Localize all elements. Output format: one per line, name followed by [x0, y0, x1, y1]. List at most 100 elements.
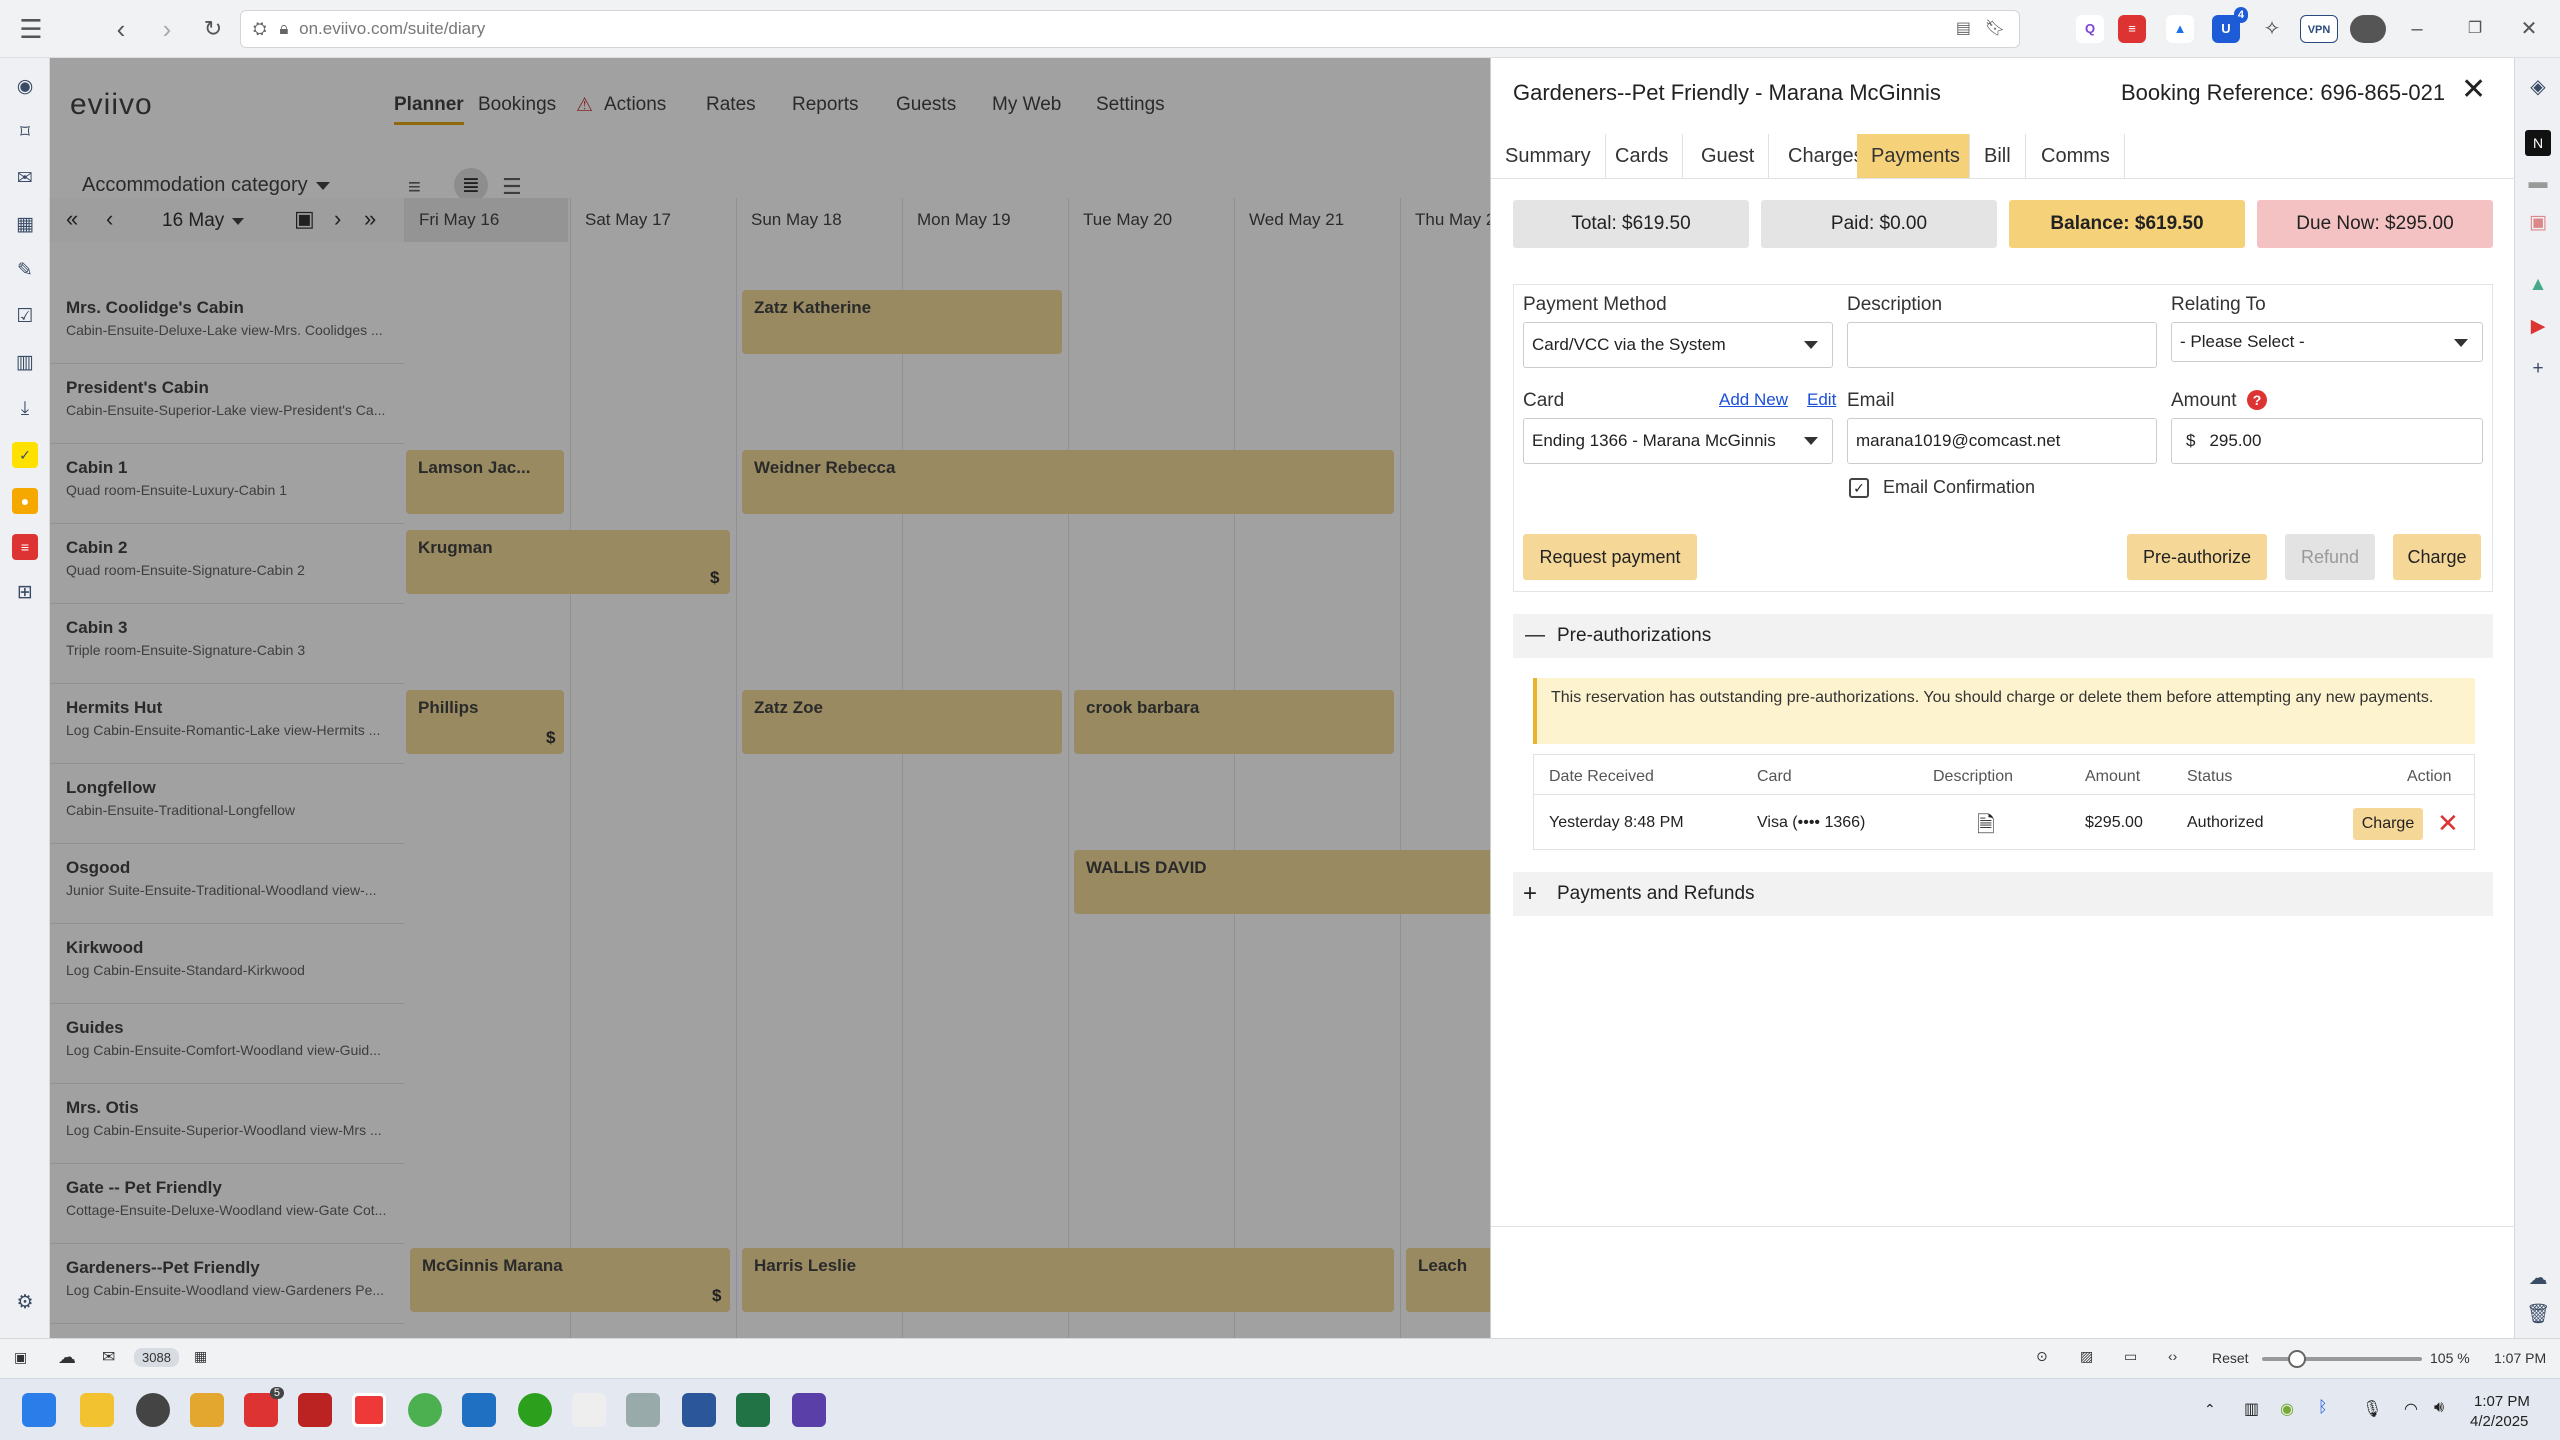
email-input[interactable]: marana1019@comcast.net [1847, 418, 2157, 464]
forward-icon[interactable]: › [150, 12, 184, 46]
add-new-card-link[interactable]: Add New [1719, 390, 1788, 410]
profile-avatar[interactable] [2350, 15, 2386, 43]
microphone-icon[interactable]: 🎙︎ [2362, 1399, 2382, 1419]
mail-status-icon[interactable]: ✉ [102, 1347, 115, 1367]
tiling-icon[interactable]: ▭ [2124, 1348, 2137, 1365]
word-icon[interactable] [682, 1393, 716, 1427]
restore-icon[interactable]: ❐ [2458, 12, 2492, 46]
taskbar-date[interactable]: 4/2/2025 [2470, 1413, 2528, 1430]
file-explorer-icon[interactable] [80, 1393, 114, 1427]
app-icon[interactable] [190, 1393, 224, 1427]
todoist-ext-icon[interactable]: ≡ [2118, 15, 2146, 43]
extensions-icon[interactable]: ✧ [2258, 15, 2286, 43]
app-icon[interactable]: ▣ [2525, 210, 2551, 236]
sync-icon[interactable]: ☁ [58, 1347, 76, 1368]
request-payment-button[interactable]: Request payment [1523, 534, 1697, 580]
layers-icon[interactable]: ◈ [2525, 74, 2551, 100]
calendar-icon[interactable]: ▦ [12, 212, 38, 238]
app-icon[interactable] [298, 1393, 332, 1427]
tab-guest[interactable]: Guest [1687, 134, 1770, 178]
todoist-icon[interactable]: 5 [244, 1387, 284, 1427]
payment-method-select[interactable]: Card/VCC via the System [1523, 322, 1833, 368]
youtube-icon[interactable]: ▶ [2525, 314, 2551, 340]
tray-app-icon[interactable]: ◉ [2280, 1399, 2294, 1419]
amount-input[interactable]: $295.00 [2171, 418, 2483, 464]
cloud-icon[interactable]: ☁ [2525, 1266, 2551, 1292]
tab-comms[interactable]: Comms [2027, 134, 2125, 178]
modal-overlay[interactable] [50, 58, 1490, 1338]
relating-to-select[interactable]: - Please Select - [2171, 322, 2483, 362]
vivaldi-icon[interactable] [352, 1393, 386, 1427]
app-icon[interactable] [136, 1393, 170, 1427]
menu-icon[interactable]: ☰ [14, 12, 48, 46]
tray-expand-icon[interactable]: ⌃ [2204, 1401, 2216, 1418]
panel-toggle-icon[interactable]: ▣ [14, 1349, 27, 1366]
search-ext-icon[interactable]: Q [2076, 15, 2104, 43]
add-panel-icon[interactable]: ⊞ [12, 580, 38, 606]
reset-zoom[interactable]: Reset [2212, 1350, 2249, 1366]
mail-icon[interactable]: ✉ [12, 166, 38, 192]
document-icon[interactable]: 🗎︎ [1977, 808, 1995, 846]
delete-icon[interactable]: ✕ [2437, 808, 2459, 839]
excel-icon[interactable] [736, 1393, 770, 1427]
wifi-icon[interactable]: ◠ [2404, 1399, 2418, 1419]
zoom-handle[interactable] [2288, 1350, 2306, 1368]
close-window-icon[interactable]: ✕ [2512, 12, 2546, 46]
help-icon[interactable]: ? [2247, 390, 2267, 410]
snipping-tool-icon[interactable] [572, 1393, 606, 1427]
tasks-icon[interactable]: ☑ [12, 304, 38, 330]
drive-icon[interactable]: ▲ [2525, 272, 2551, 298]
site-settings-icon[interactable]: ⛭ [253, 19, 267, 38]
reload-icon[interactable]: ↻ [196, 12, 230, 46]
capture-icon[interactable]: ⊙ [2036, 1348, 2048, 1365]
refund-button[interactable]: Refund [2285, 534, 2375, 580]
bookmarks-icon[interactable]: ⌑ [12, 120, 38, 146]
minimize-icon[interactable]: – [2400, 12, 2434, 46]
app-icon[interactable] [626, 1393, 660, 1427]
close-icon[interactable]: ✕ [2461, 72, 2486, 107]
keep-icon[interactable]: ● [12, 488, 38, 514]
bluetooth-icon[interactable]: ᛒ [2318, 1399, 2328, 1417]
volume-icon[interactable]: 🔊︎ [2434, 1399, 2444, 1417]
tray-app-icon[interactable]: ▥ [2244, 1399, 2259, 1419]
windows-start-icon[interactable] [22, 1393, 56, 1427]
vpn-button[interactable]: VPN [2300, 15, 2338, 43]
add-icon[interactable]: + [2525, 356, 2551, 382]
panel-ext-icon[interactable]: ✓ [12, 442, 38, 468]
tab-payments[interactable]: Payments [1857, 134, 1970, 178]
description-input[interactable] [1847, 322, 2157, 368]
drive-ext-icon[interactable]: ▲ [2166, 15, 2194, 43]
payments-section-header[interactable]: + Payments and Refunds [1513, 872, 2493, 916]
trash-icon[interactable]: 🗑︎ [2525, 1302, 2551, 1328]
tab-summary[interactable]: Summary [1491, 134, 1606, 178]
collapse-icon[interactable]: — [1525, 624, 1545, 647]
calendar-status-icon[interactable]: ▦ [194, 1348, 207, 1365]
back-icon[interactable]: ‹ [104, 12, 138, 46]
image-icon[interactable]: ▨ [2080, 1348, 2093, 1365]
card-select[interactable]: Ending 1366 - Marana McGinnis [1523, 418, 1833, 464]
chrome-icon[interactable] [408, 1393, 442, 1427]
tab-bill[interactable]: Bill [1970, 134, 2026, 178]
bookmark-icon[interactable]: 🔖︎ [1985, 11, 2005, 47]
reading-list-icon[interactable]: ▥ [12, 350, 38, 376]
email-confirmation-checkbox[interactable]: ✓ [1849, 478, 1869, 498]
vivaldi-icon[interactable]: ◉ [12, 74, 38, 100]
panel-icon[interactable]: ▬ [2525, 170, 2551, 196]
taskbar-time[interactable]: 1:07 PM [2474, 1393, 2530, 1410]
outlook-icon[interactable] [462, 1393, 496, 1427]
preauth-section-header[interactable]: — Pre-authorizations [1513, 614, 2493, 658]
settings-gear-icon[interactable]: ⚙ [12, 1290, 38, 1316]
bitwarden-ext-icon[interactable]: U4 [2212, 7, 2248, 43]
quickbooks-icon[interactable] [518, 1393, 552, 1427]
todoist-panel-icon[interactable]: ≡ [12, 534, 38, 560]
preauth-charge-button[interactable]: Charge [2353, 808, 2423, 840]
pre-authorize-button[interactable]: Pre-authorize [2127, 534, 2267, 580]
address-bar[interactable]: ⛭ 🔒︎ on.eviivo.com/suite/diary ▤ 🔖︎ [240, 10, 2020, 48]
notion-icon[interactable]: N [2525, 130, 2551, 156]
notes-icon[interactable]: ✎ [12, 258, 38, 284]
downloads-icon[interactable]: ⤓ [12, 396, 38, 422]
mail-count[interactable]: 3088 [134, 1348, 179, 1367]
code-icon[interactable]: ‹› [2168, 1348, 2177, 1364]
zoom-slider[interactable] [2262, 1357, 2422, 1361]
tab-cards[interactable]: Cards [1601, 134, 1684, 178]
